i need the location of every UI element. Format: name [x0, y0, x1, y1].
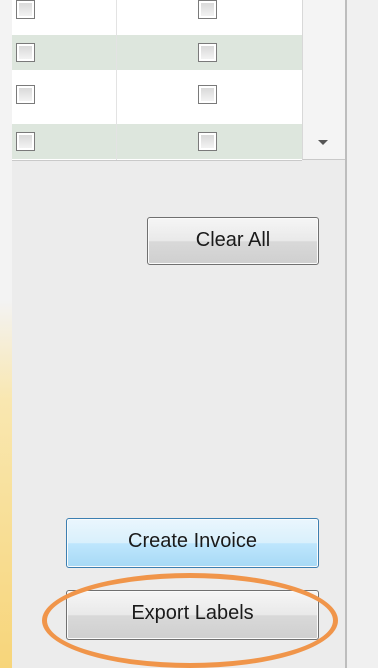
- create-invoice-button[interactable]: Create Invoice: [66, 518, 319, 568]
- table-scrollbar[interactable]: [302, 0, 345, 160]
- clear-all-button[interactable]: Clear All: [147, 217, 319, 265]
- row-checkbox-a[interactable]: [16, 43, 35, 62]
- table-row[interactable]: [12, 0, 302, 21]
- row-checkbox-b[interactable]: [198, 132, 217, 151]
- left-window-edge: [0, 0, 12, 668]
- row-checkbox-a[interactable]: [16, 0, 35, 19]
- row-checkbox-b[interactable]: [198, 85, 217, 104]
- table-row[interactable]: [12, 35, 302, 70]
- row-checkbox-b[interactable]: [198, 43, 217, 62]
- table-row[interactable]: [12, 124, 302, 159]
- export-labels-button[interactable]: Export Labels: [66, 590, 319, 640]
- row-checkbox-b[interactable]: [198, 0, 217, 19]
- row-checkbox-a[interactable]: [16, 132, 35, 151]
- triangle-down-icon[interactable]: [318, 140, 328, 145]
- right-blank-area: [347, 0, 378, 668]
- column-divider: [116, 0, 117, 160]
- row-checkbox-a[interactable]: [16, 85, 35, 104]
- table-row[interactable]: [12, 77, 302, 112]
- label-table: [12, 0, 302, 161]
